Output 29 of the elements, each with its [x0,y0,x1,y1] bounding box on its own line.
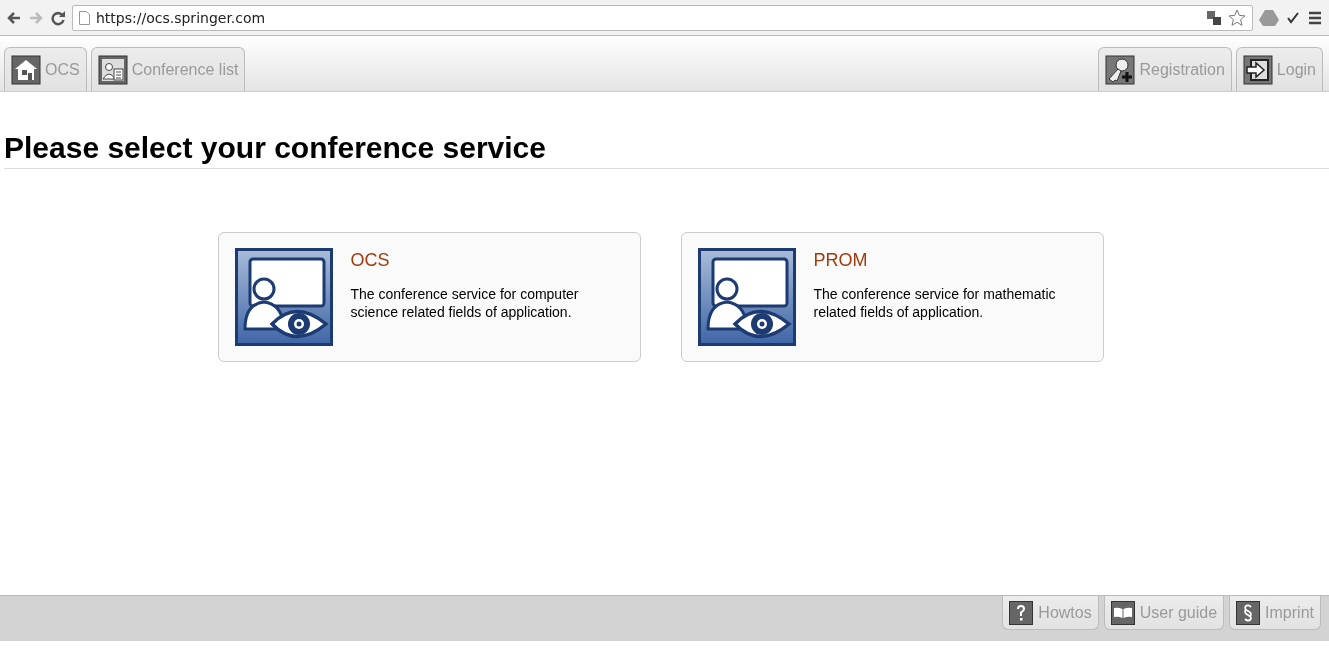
page-icon [79,10,90,25]
nav-tab[interactable]: Registration [1098,47,1232,91]
section-sign-icon [1236,600,1261,625]
menu-icon[interactable] [1307,9,1323,26]
service-description: The conference service for computer science related fields of application. [350,285,580,321]
nav-tab[interactable]: Conference list [90,47,246,91]
footer-link[interactable]: Imprint [1229,596,1321,630]
footer-link[interactable]: Howtos [1002,596,1099,630]
service-description: The conference service for mathematic related fields of application. [813,285,1057,321]
key-plus-icon [1105,54,1136,85]
contact-list-icon [97,54,128,85]
star-icon[interactable] [1228,8,1246,27]
reload-icon[interactable] [50,9,66,26]
service-card[interactable]: PROM The conference service for mathematic related fields of application. [680,232,1104,362]
nav-tab[interactable]: OCS [4,47,87,91]
open-book-icon [1110,600,1135,625]
presentation-eye-icon [697,248,796,346]
service-card[interactable]: OCS The conference service for computer science related fields of application. [217,232,641,362]
address-bar[interactable]: https://ocs.springer.com [72,4,1253,31]
house-icon [11,54,41,85]
footer-link[interactable]: User guide [1103,596,1225,630]
service-title[interactable]: OCS [350,250,624,271]
back-arrow-icon[interactable] [6,9,22,26]
service-title[interactable]: PROM [813,250,1087,271]
translate-icon[interactable] [1206,9,1222,26]
question-mark-icon [1009,600,1034,625]
nav-tab[interactable]: Login [1235,47,1323,91]
presentation-eye-icon [234,248,333,346]
page-heading: Please select your conference service [4,130,547,166]
